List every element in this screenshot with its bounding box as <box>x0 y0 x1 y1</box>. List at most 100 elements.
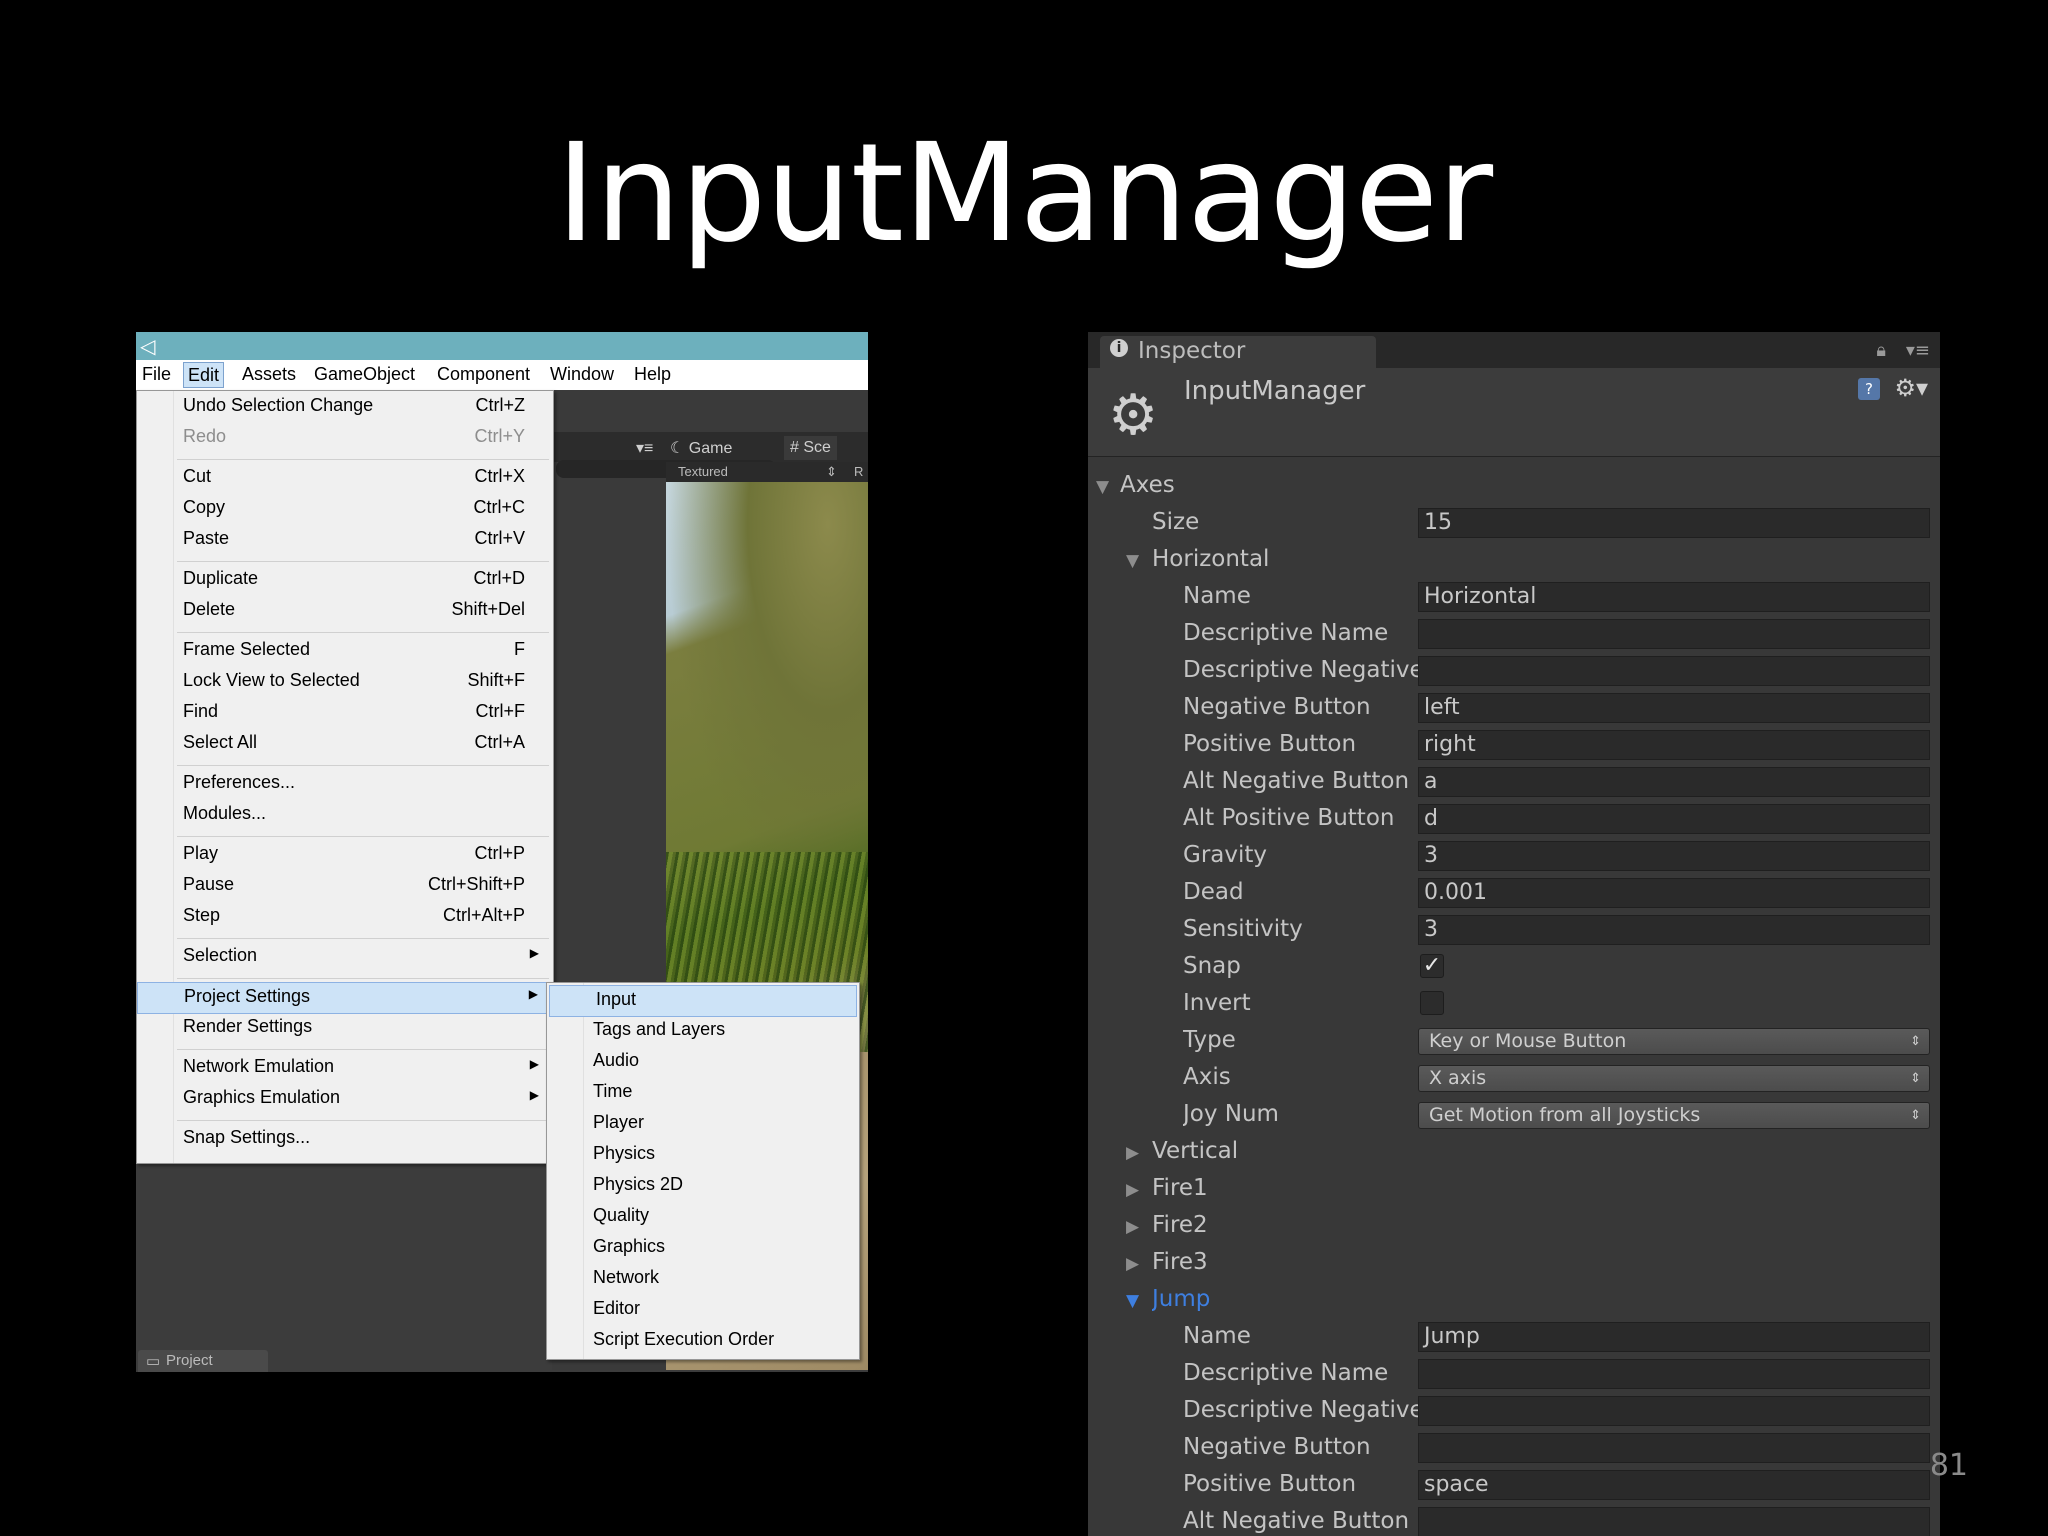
dead-field[interactable]: 0.001 <box>1418 878 1930 908</box>
menu-component[interactable]: Component <box>433 364 534 385</box>
negative-button-field[interactable] <box>1418 1433 1930 1463</box>
joy-num-dropdown[interactable]: Get Motion from all Joysticks ⇕ <box>1418 1102 1930 1129</box>
menu-item-cut[interactable]: Cut Ctrl+X <box>137 463 553 493</box>
type-dropdown[interactable]: Key or Mouse Button ⇕ <box>1418 1028 1930 1055</box>
size-field[interactable]: 15 <box>1418 508 1930 538</box>
submenu-item-audio[interactable]: Audio <box>547 1047 859 1077</box>
jump-positive-button-row: Positive Button space <box>1088 1467 1940 1504</box>
tab-project[interactable]: ▭ Project <box>138 1350 268 1372</box>
descriptive-negative-name-field[interactable] <box>1418 656 1930 686</box>
submenu-item-tags-and-layers[interactable]: Tags and Layers <box>547 1016 859 1046</box>
menu-item-lock-view[interactable]: Lock View to Selected Shift+F <box>137 667 553 697</box>
horizontal-foldout[interactable]: ▼ Horizontal <box>1088 542 1940 579</box>
render-toggle[interactable]: R <box>854 464 863 479</box>
alt-negative-button-field[interactable] <box>1418 1507 1930 1536</box>
submenu-item-time[interactable]: Time <box>547 1078 859 1108</box>
menu-item-render-settings[interactable]: Render Settings <box>137 1013 553 1043</box>
fire2-foldout[interactable]: ▶ Fire2 <box>1088 1208 1940 1245</box>
menu-item-duplicate[interactable]: Duplicate Ctrl+D <box>137 565 553 595</box>
fire3-foldout[interactable]: ▶ Fire3 <box>1088 1245 1940 1282</box>
submenu-item-player[interactable]: Player <box>547 1109 859 1139</box>
menu-item-shortcut: F <box>514 639 525 659</box>
menu-edit[interactable]: Edit <box>183 362 225 388</box>
menu-assets[interactable]: Assets <box>238 364 300 385</box>
descriptive-name-field[interactable] <box>1418 619 1930 649</box>
menu-item-project-settings[interactable]: Project Settings ▶ <box>137 982 553 1014</box>
menu-item-frame-selected[interactable]: Frame Selected F <box>137 636 553 666</box>
menu-item-play[interactable]: Play Ctrl+P <box>137 840 553 870</box>
menu-item-select-all[interactable]: Select All Ctrl+A <box>137 729 553 759</box>
field-label: Descriptive Name <box>1183 1360 1389 1386</box>
menu-window[interactable]: Window <box>546 364 618 385</box>
jump-name-row: Name Jump <box>1088 1319 1940 1356</box>
menu-item-copy[interactable]: Copy Ctrl+C <box>137 494 553 524</box>
menu-item-graphics-emulation[interactable]: Graphics Emulation ▶ <box>137 1084 553 1114</box>
textured-dropdown[interactable]: Textured <box>678 464 728 479</box>
menu-item-shortcut: Ctrl+V <box>474 528 525 548</box>
help-icon[interactable]: ? <box>1858 378 1880 400</box>
menu-item-selection[interactable]: Selection ▶ <box>137 942 553 972</box>
submenu-item-script-execution-order[interactable]: Script Execution Order <box>547 1326 859 1356</box>
fire1-foldout[interactable]: ▶ Fire1 <box>1088 1171 1940 1208</box>
foldout-open-icon: ▼ <box>1096 477 1110 497</box>
submenu-item-input[interactable]: Input <box>549 985 857 1017</box>
menu-item-preferences[interactable]: Preferences... <box>137 769 553 799</box>
submenu-item-physics-2d[interactable]: Physics 2D <box>547 1171 859 1201</box>
menu-item-delete[interactable]: Delete Shift+Del <box>137 596 553 626</box>
axis-dropdown[interactable]: X axis ⇕ <box>1418 1065 1930 1092</box>
menu-item-label: Play <box>183 843 219 863</box>
name-field[interactable]: Jump <box>1418 1322 1930 1352</box>
tab-project-label: Project <box>166 1352 213 1369</box>
axes-foldout[interactable]: ▼ Axes <box>1088 468 1940 505</box>
snap-checkbox[interactable]: ✓ <box>1420 954 1444 978</box>
submenu-item-quality[interactable]: Quality <box>547 1202 859 1232</box>
sensitivity-field[interactable]: 3 <box>1418 915 1930 945</box>
menu-item-label: Step <box>183 905 221 925</box>
tab-menu-icon[interactable]: ▾≡ <box>1906 340 1930 361</box>
name-field[interactable]: Horizontal <box>1418 582 1930 612</box>
menu-item-label: Duplicate <box>183 568 259 588</box>
menu-item-shortcut: Ctrl+C <box>473 497 525 517</box>
negative-button-field[interactable]: left <box>1418 693 1930 723</box>
dropdown-arrows-icon: ⇕ <box>1910 1108 1921 1123</box>
lock-icon[interactable]: 🔒︎ <box>1876 340 1886 361</box>
submenu-item-physics[interactable]: Physics <box>547 1140 859 1170</box>
menu-gameobject[interactable]: GameObject <box>310 364 419 385</box>
tab-game[interactable]: ☾ Game <box>670 438 732 458</box>
menu-item-pause[interactable]: Pause Ctrl+Shift+P <box>137 871 553 901</box>
menu-item-step[interactable]: Step Ctrl+Alt+P <box>137 902 553 932</box>
tab-scene[interactable]: # Sce <box>784 436 837 460</box>
axis-header-label: Horizontal <box>1152 546 1270 572</box>
descriptive-negative-name-field[interactable] <box>1418 1396 1930 1426</box>
menu-item-modules[interactable]: Modules... <box>137 800 553 830</box>
submenu-item-graphics[interactable]: Graphics <box>547 1233 859 1263</box>
component-gear-icon[interactable]: ⚙▾ <box>1894 374 1928 402</box>
tab-inspector[interactable]: i Inspector <box>1100 336 1376 368</box>
menu-item-shortcut: Ctrl+D <box>473 568 525 588</box>
positive-button-field[interactable]: space <box>1418 1470 1930 1500</box>
menu-help[interactable]: Help <box>630 364 675 385</box>
descriptive-name-field[interactable] <box>1418 1359 1930 1389</box>
alt-positive-button-field[interactable]: d <box>1418 804 1930 834</box>
menu-item-network-emulation[interactable]: Network Emulation ▶ <box>137 1053 553 1083</box>
positive-button-field[interactable]: right <box>1418 730 1930 760</box>
menu-file[interactable]: File <box>138 364 175 385</box>
menu-item-redo[interactable]: Redo Ctrl+Y <box>137 423 553 453</box>
menu-item-undo[interactable]: Undo Selection Change Ctrl+Z <box>137 392 553 422</box>
unity-logo-icon: ◁ <box>140 334 156 358</box>
menu-item-snap-settings[interactable]: Snap Settings... <box>137 1124 553 1154</box>
horizontal-positive-button-row: Positive Button right <box>1088 727 1940 764</box>
tab-menu-icon[interactable]: ▾≡ <box>636 438 653 458</box>
submenu-item-network[interactable]: Network <box>547 1264 859 1294</box>
jump-foldout[interactable]: ▼ Jump <box>1088 1282 1940 1319</box>
submenu-arrow-icon: ▶ <box>529 1057 539 1071</box>
invert-checkbox[interactable] <box>1420 991 1444 1015</box>
gravity-field[interactable]: 3 <box>1418 841 1930 871</box>
submenu-item-editor[interactable]: Editor <box>547 1295 859 1325</box>
horizontal-alt-negative-row: Alt Negative Button a <box>1088 764 1940 801</box>
vertical-foldout[interactable]: ▶ Vertical <box>1088 1134 1940 1171</box>
menu-item-find[interactable]: Find Ctrl+F <box>137 698 553 728</box>
alt-negative-button-field[interactable]: a <box>1418 767 1930 797</box>
menu-item-paste[interactable]: Paste Ctrl+V <box>137 525 553 555</box>
menu-item-shortcut: Ctrl+Alt+P <box>442 905 525 925</box>
